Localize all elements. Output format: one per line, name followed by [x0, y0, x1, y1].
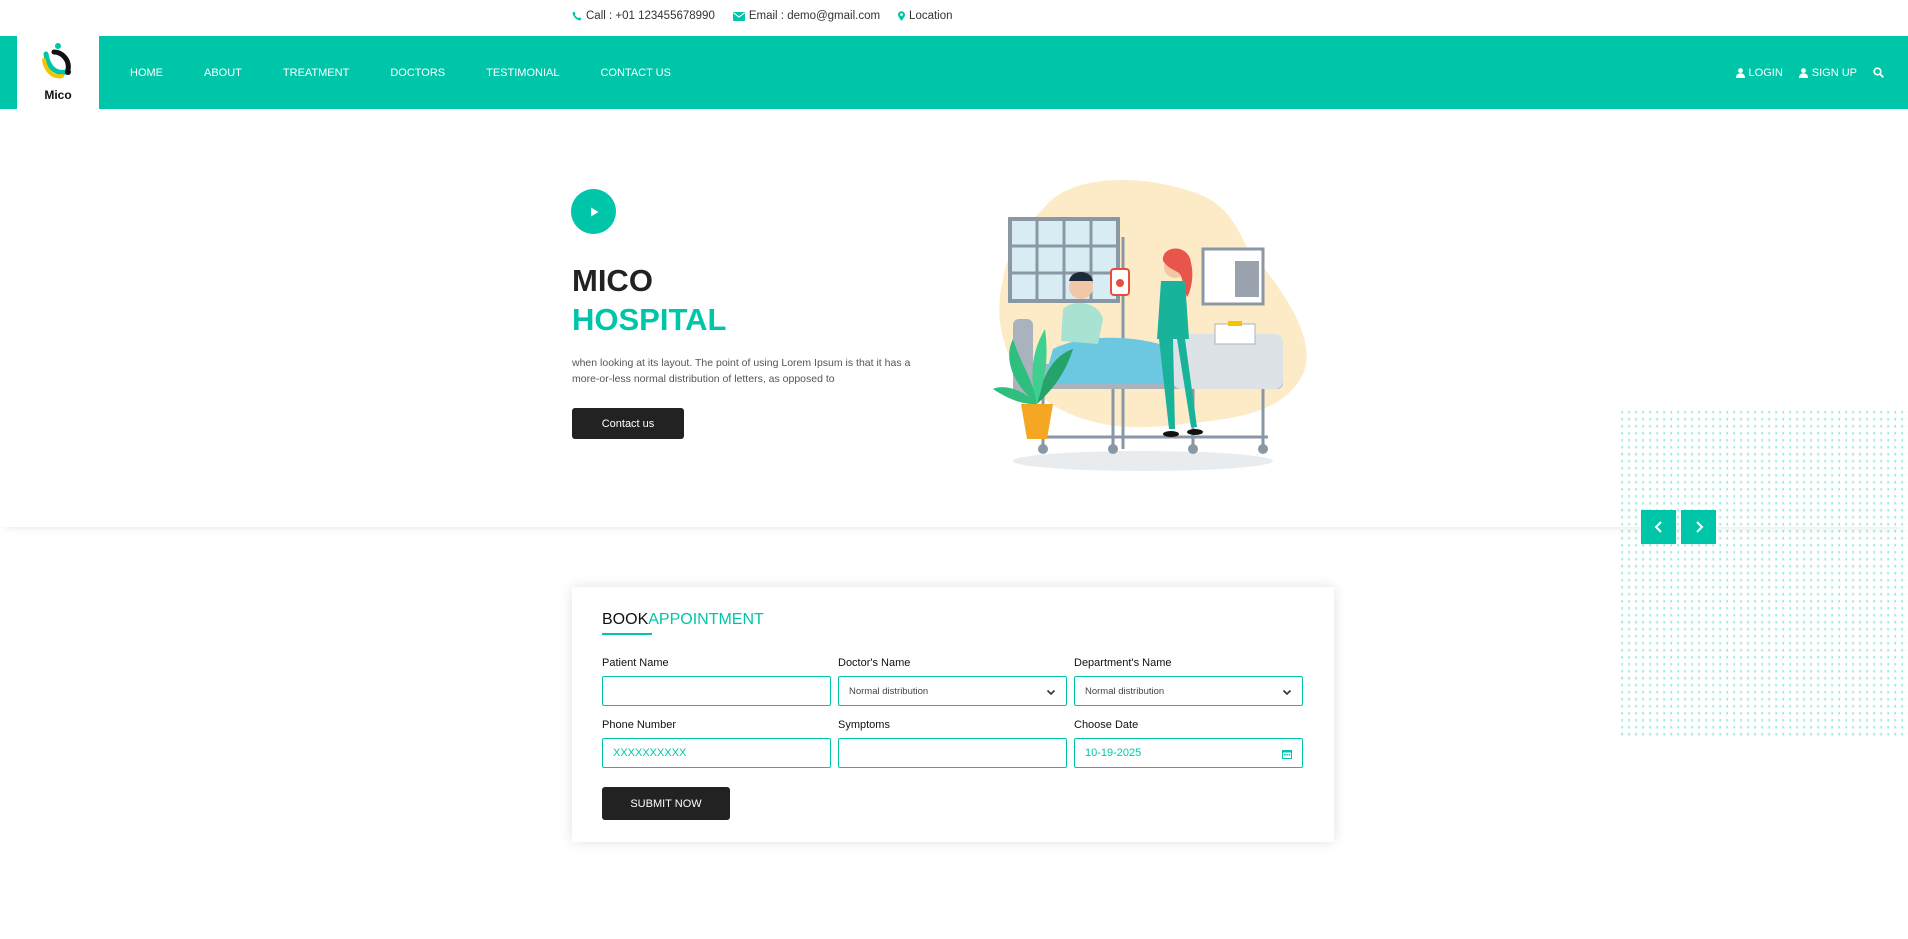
hospital-illustration	[993, 180, 1307, 471]
chevron-left-icon	[1654, 521, 1662, 533]
phone-label: Phone Number	[602, 719, 676, 731]
top-contact-bar: Call : +01 123455678990 Email : demo@gma…	[0, 0, 1908, 36]
patient-name-group: Patient Name	[602, 657, 831, 706]
submit-button[interactable]: SUBMIT NOW	[602, 787, 730, 820]
signup-label: SIGN UP	[1811, 66, 1857, 79]
calendar-icon	[1282, 750, 1292, 759]
hero-description: when looking at its layout. The point of…	[572, 357, 911, 385]
date-group: Choose Date 10-19-2025	[1074, 719, 1303, 768]
signup-link[interactable]: SIGN UP	[1798, 66, 1857, 79]
nav-home[interactable]: HOME	[130, 67, 163, 79]
nav-menu: HOME ABOUT TREATMENT DOCTORS TESTIMONIAL…	[130, 36, 712, 109]
location-icon	[898, 11, 906, 21]
form-title: BOOKAPPOINTMENT	[602, 611, 764, 635]
chevron-down-icon	[1046, 689, 1056, 696]
symptoms-group: Symptoms	[838, 719, 1067, 768]
form-title-book: BOOK	[602, 611, 649, 628]
brand-name: Mico	[44, 88, 72, 102]
phone-input[interactable]: XXXXXXXXXX	[602, 738, 831, 768]
search-icon	[1873, 67, 1884, 78]
date-label: Choose Date	[1074, 719, 1139, 731]
date-value: 10-19-2025	[1085, 747, 1142, 759]
hero-title-line1: MICO	[572, 263, 653, 298]
doctor-name-value: Normal distribution	[849, 685, 929, 697]
search-button[interactable]	[1873, 67, 1884, 78]
doctor-name-group: Doctor's Name Normal distribution	[838, 657, 1067, 706]
form-title-appointment: APPOINTMENT	[648, 611, 764, 628]
date-input[interactable]: 10-19-2025	[1074, 738, 1303, 768]
call-text: Call : +01 123455678990	[586, 10, 715, 22]
slider-prev-button[interactable]	[1641, 510, 1676, 544]
email-link[interactable]: Email : demo@gmail.com	[732, 10, 881, 22]
book-appointment-form: BOOKAPPOINTMENT Patient Name Doctor's Na…	[572, 587, 1334, 842]
main-navbar: Mico HOME ABOUT TREATMENT DOCTORS TESTIM…	[0, 36, 1908, 109]
nav-treatment[interactable]: TREATMENT	[283, 67, 349, 79]
call-link[interactable]: Call : +01 123455678990	[572, 10, 715, 22]
nav-doctors[interactable]: DOCTORS	[390, 67, 445, 79]
logo-mark-icon	[42, 43, 71, 79]
nav-testimonial[interactable]: TESTIMONIAL	[486, 67, 559, 79]
patient-name-input[interactable]	[602, 676, 831, 706]
hero-slider: MICO HOSPITAL when looking at its layout…	[0, 109, 1908, 739]
chevron-down-icon	[1282, 689, 1292, 696]
slider-next-button[interactable]	[1681, 510, 1716, 544]
title-underline	[602, 633, 652, 635]
department-label: Department's Name	[1074, 657, 1172, 669]
play-icon	[590, 207, 598, 216]
department-value: Normal distribution	[1085, 685, 1165, 697]
nav-user-actions: LOGIN SIGN UP	[1735, 36, 1884, 109]
play-button[interactable]	[571, 189, 616, 234]
phone-group: Phone Number XXXXXXXXXX	[602, 719, 831, 768]
login-label: LOGIN	[1748, 66, 1783, 79]
contact-info: Call : +01 123455678990 Email : demo@gma…	[572, 10, 953, 22]
brand-logo[interactable]: Mico	[17, 36, 99, 109]
hero-title-line2: HOSPITAL	[572, 302, 727, 337]
user-icon	[1735, 67, 1745, 78]
patient-name-label: Patient Name	[602, 657, 669, 669]
nav-contact-us[interactable]: CONTACT US	[600, 67, 671, 79]
nav-about[interactable]: ABOUT	[204, 67, 242, 79]
email-text: Email : demo@gmail.com	[748, 10, 881, 22]
department-group: Department's Name Normal distribution	[1074, 657, 1303, 706]
location-text: Location	[909, 10, 953, 22]
symptoms-input[interactable]	[838, 738, 1067, 768]
user-icon	[1798, 67, 1808, 78]
department-select[interactable]: Normal distribution	[1074, 676, 1303, 706]
chevron-right-icon	[1695, 521, 1703, 533]
decorative-dot-pattern	[1618, 409, 1908, 739]
doctor-name-select[interactable]: Normal distribution	[838, 676, 1067, 706]
location-link[interactable]: Location	[898, 10, 953, 22]
phone-icon	[572, 11, 582, 21]
email-icon	[732, 11, 745, 21]
login-link[interactable]: LOGIN	[1735, 66, 1783, 79]
symptoms-label: Symptoms	[838, 719, 890, 731]
doctor-name-label: Doctor's Name	[838, 657, 911, 669]
contact-us-button[interactable]: Contact us	[572, 408, 684, 439]
